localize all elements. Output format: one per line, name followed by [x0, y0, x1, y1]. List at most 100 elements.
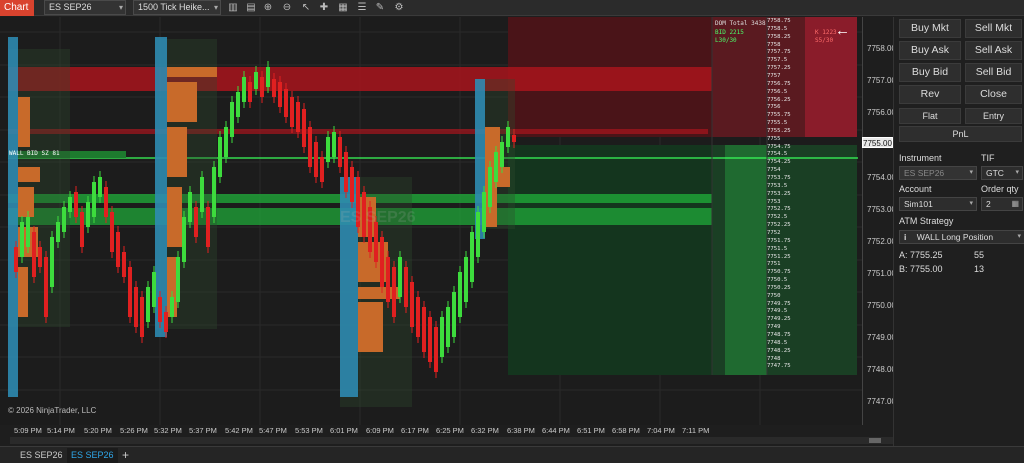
add-tab-button[interactable]: + — [118, 448, 133, 463]
drawing-tools-icon[interactable]: ✎ — [373, 1, 387, 15]
scrollbar-thumb[interactable] — [869, 438, 881, 443]
dom-price-row[interactable]: 7755.5 — [767, 120, 787, 126]
buy-market-button[interactable]: Buy Mkt — [899, 19, 961, 38]
candle-body — [392, 267, 396, 317]
back-arrow-icon[interactable]: ← — [835, 22, 850, 39]
dom-price-row[interactable]: 7754 — [767, 167, 780, 173]
horizontal-scrollbar[interactable] — [10, 437, 893, 444]
entry-button[interactable]: Entry — [965, 108, 1022, 124]
bar-type-selector[interactable]: 1500 Tick Heike... ▾ — [133, 0, 221, 15]
pointer-icon[interactable]: ↖ — [299, 1, 313, 15]
time-axis[interactable]: 5:09 PM 5:14 PM 5:20 PM 5:26 PM 5:32 PM … — [0, 425, 893, 437]
dom-price-row[interactable]: 7753.75 — [767, 175, 791, 181]
dom-price-row[interactable]: 7751.5 — [767, 246, 787, 252]
dom-price-row[interactable]: 7758.75 — [767, 18, 791, 24]
pnl-button[interactable]: PnL — [899, 126, 1022, 142]
dom-price-row[interactable]: 7757.5 — [767, 57, 787, 63]
bar-style-icon[interactable]: ▥ — [226, 1, 240, 15]
dom-price-row[interactable]: 7753.25 — [767, 191, 791, 197]
dom-price-row[interactable]: 7754.5 — [767, 151, 787, 157]
info-icon[interactable]: i — [904, 232, 906, 242]
account-select[interactable]: Sim101 ▾ — [899, 197, 977, 211]
buy-bid-button[interactable]: Buy Bid — [899, 63, 961, 82]
sell-ask-button[interactable]: Sell Ask — [965, 41, 1022, 60]
candle-body — [236, 92, 240, 117]
dom-price-row[interactable]: 7758 — [767, 42, 780, 48]
dom-price-row[interactable]: 7752.5 — [767, 214, 787, 220]
dom-price-row[interactable]: 7756.5 — [767, 89, 787, 95]
dom-price-row[interactable]: 7749 — [767, 324, 780, 330]
atm-strategy-select[interactable]: i WALL Long Position ▾ — [899, 230, 1024, 244]
dom-price-row[interactable]: 7753 — [767, 199, 780, 205]
x-tick: 6:58 PM — [612, 426, 640, 435]
dom-price-row[interactable]: 7747.75 — [767, 363, 791, 369]
dom-price-row[interactable]: 7750 — [767, 293, 780, 299]
dom-price-row[interactable]: 7756 — [767, 104, 780, 110]
dom-price-row[interactable]: 7748.75 — [767, 332, 791, 338]
reverse-button[interactable]: Rev — [899, 85, 961, 104]
price-chart[interactable]: ES SEP26 WALL BID SZ 81 © 2026 NinjaTrad… — [0, 17, 862, 425]
dom-price-row[interactable]: 7754.75 — [767, 144, 791, 150]
dom-price-row[interactable]: 7755.25 — [767, 128, 791, 134]
tab-es-sep26-2[interactable]: ES SEP26 — [67, 448, 118, 463]
dom-price-row[interactable]: 7757 — [767, 73, 780, 79]
properties-icon[interactable]: ☰ — [355, 1, 369, 15]
dom-price-row[interactable]: 7749.25 — [767, 316, 791, 322]
x-tick: 6:38 PM — [507, 426, 535, 435]
instrument-selector[interactable]: ES SEP26 ▾ — [44, 0, 126, 15]
account-label: Account — [899, 184, 932, 194]
y-tick: 7750.00 — [867, 301, 896, 310]
dom-price-row[interactable]: 7749.5 — [767, 308, 787, 314]
order-qty-input[interactable]: 2 ▦ — [981, 197, 1023, 211]
dom-price-row[interactable]: 7750.75 — [767, 269, 791, 275]
zoom-out-icon[interactable]: ⊖ — [280, 1, 294, 15]
chart-window-tab[interactable]: Chart — [0, 0, 34, 16]
chart-style-icon[interactable]: ▤ — [244, 1, 258, 15]
buy-ask-button[interactable]: Buy Ask — [899, 41, 961, 60]
sell-bid-button[interactable]: Sell Bid — [965, 63, 1022, 82]
calculator-icon[interactable]: ▦ — [1011, 198, 1019, 210]
close-button[interactable]: Close — [965, 85, 1022, 104]
y-tick: 7757.00 — [867, 76, 896, 85]
sell-market-button[interactable]: Sell Mkt — [965, 19, 1022, 38]
atm-strategy-label: ATM Strategy — [899, 216, 954, 226]
dom-price-row[interactable]: 7755.75 — [767, 112, 791, 118]
tif-select[interactable]: GTC ▾ — [981, 166, 1023, 180]
dom-price-row[interactable]: 7750.25 — [767, 285, 791, 291]
dom-price-row[interactable]: 7751.75 — [767, 238, 791, 244]
instrument-field[interactable]: ES SEP26 ▾ — [899, 166, 977, 180]
dom-price-row[interactable]: 7754.25 — [767, 159, 791, 165]
dom-price-row[interactable]: 7748.5 — [767, 340, 787, 346]
dom-price-row[interactable]: 7757.25 — [767, 65, 791, 71]
dom-price-row[interactable]: 7756.25 — [767, 97, 791, 103]
y-tick: 7753.00 — [867, 205, 896, 214]
candle-body — [146, 287, 150, 322]
dom-price-row[interactable]: 7751 — [767, 261, 780, 267]
candle-body — [128, 267, 132, 317]
dom-price-row[interactable]: 7751.25 — [767, 254, 791, 260]
dom-price-row[interactable]: 7748 — [767, 356, 780, 362]
data-box-icon[interactable]: ▦ — [336, 1, 350, 15]
dom-price-row[interactable]: 7752.75 — [767, 206, 791, 212]
crosshair-icon[interactable]: ✚ — [317, 1, 331, 15]
tab-es-sep26-1[interactable]: ES SEP26 — [16, 448, 67, 463]
dom-price-row[interactable]: 7750.5 — [767, 277, 787, 283]
dom-price-row[interactable]: 7752 — [767, 230, 780, 236]
dom-price-row[interactable]: 7755 — [767, 136, 780, 142]
bar-type-value: 1500 Tick Heike... — [138, 2, 210, 12]
dom-price-row[interactable]: 7749.75 — [767, 301, 791, 307]
zoom-in-icon[interactable]: ⊕ — [261, 1, 275, 15]
dom-price-row[interactable]: 7748.25 — [767, 348, 791, 354]
dom-price-row[interactable]: 7758.25 — [767, 34, 791, 40]
candle-body — [458, 272, 462, 317]
flat-button[interactable]: Flat — [899, 108, 961, 124]
dom-price-row[interactable]: 7757.75 — [767, 49, 791, 55]
dom-price-row[interactable]: 7753.5 — [767, 183, 787, 189]
dom-price-row[interactable]: 7758.5 — [767, 26, 787, 32]
price-axis[interactable]: 7758.00 7757.00 7756.00 7754.00 7753.00 … — [862, 17, 896, 425]
strategy-icon[interactable]: ⚙ — [392, 1, 406, 15]
dom-price-row[interactable]: 7752.25 — [767, 222, 791, 228]
candle-body — [230, 102, 234, 137]
y-tick: 7748.00 — [867, 365, 896, 374]
dom-price-row[interactable]: 7756.75 — [767, 81, 791, 87]
